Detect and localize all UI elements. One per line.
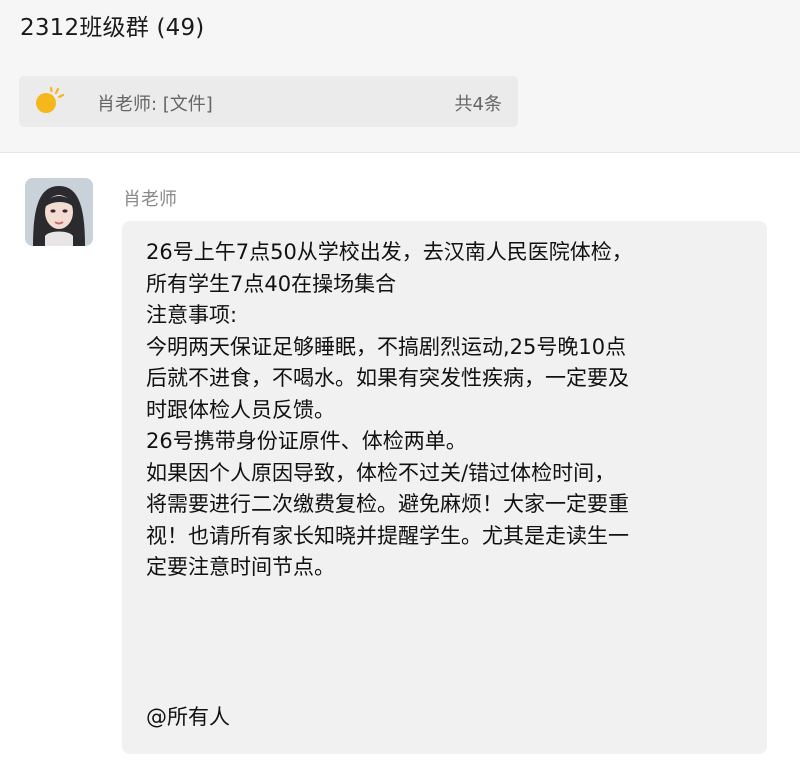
notice-sender-text: 肖老师: [文件] [97, 94, 213, 115]
message-line: 26号携带身份证原件、体检两单。 [146, 429, 467, 453]
message-line: 所有学生7点40在操场集合 [146, 271, 397, 296]
message-line: 今明两天保证足够睡眠，不搞剧烈运动,25号晚10点 [146, 334, 627, 359]
message-line: 后就不进食，不喝水。如果有突发性疾病，一定要及 [146, 366, 629, 390]
message-line: 如果因个人原因导致，体检不过关/错过体检时间， [146, 460, 616, 485]
mention-all[interactable]: @所有人 [146, 702, 230, 734]
sun-icon [36, 86, 65, 113]
notice-count[interactable]: 共4条 [455, 90, 502, 116]
group-title: 2312班级群 (49) [20, 15, 205, 41]
message-text: 26号上午7点50从学校出发，去汉南人民医院体检， 所有学生7点40在操场集合 … [146, 237, 751, 584]
avatar-portrait [25, 178, 93, 246]
message-line: 视！也请所有家长知晓并提醒学生。尤其是走读生一 [146, 523, 629, 548]
message-line: 26号上午7点50从学校出发，去汉南人民医院体检， [146, 240, 633, 264]
message-line: 注意事项: [146, 303, 238, 327]
message-line: 时跟体检人员反馈。 [146, 397, 335, 422]
chat-header: 2312班级群 (49) 肖老师: [文件] 共4条 [0, 0, 800, 153]
message-line: 将需要进行二次缴费复检。避免麻烦！大家一定要重 [146, 492, 629, 516]
pinned-notice-bar[interactable]: 肖老师: [文件] 共4条 [19, 76, 518, 127]
message-bubble[interactable]: 26号上午7点50从学校出发，去汉南人民医院体检， 所有学生7点40在操场集合 … [122, 221, 767, 754]
avatar[interactable] [25, 178, 93, 246]
message-sender-name: 肖老师 [123, 189, 177, 210]
message-line: 定要注意时间节点。 [146, 555, 335, 579]
